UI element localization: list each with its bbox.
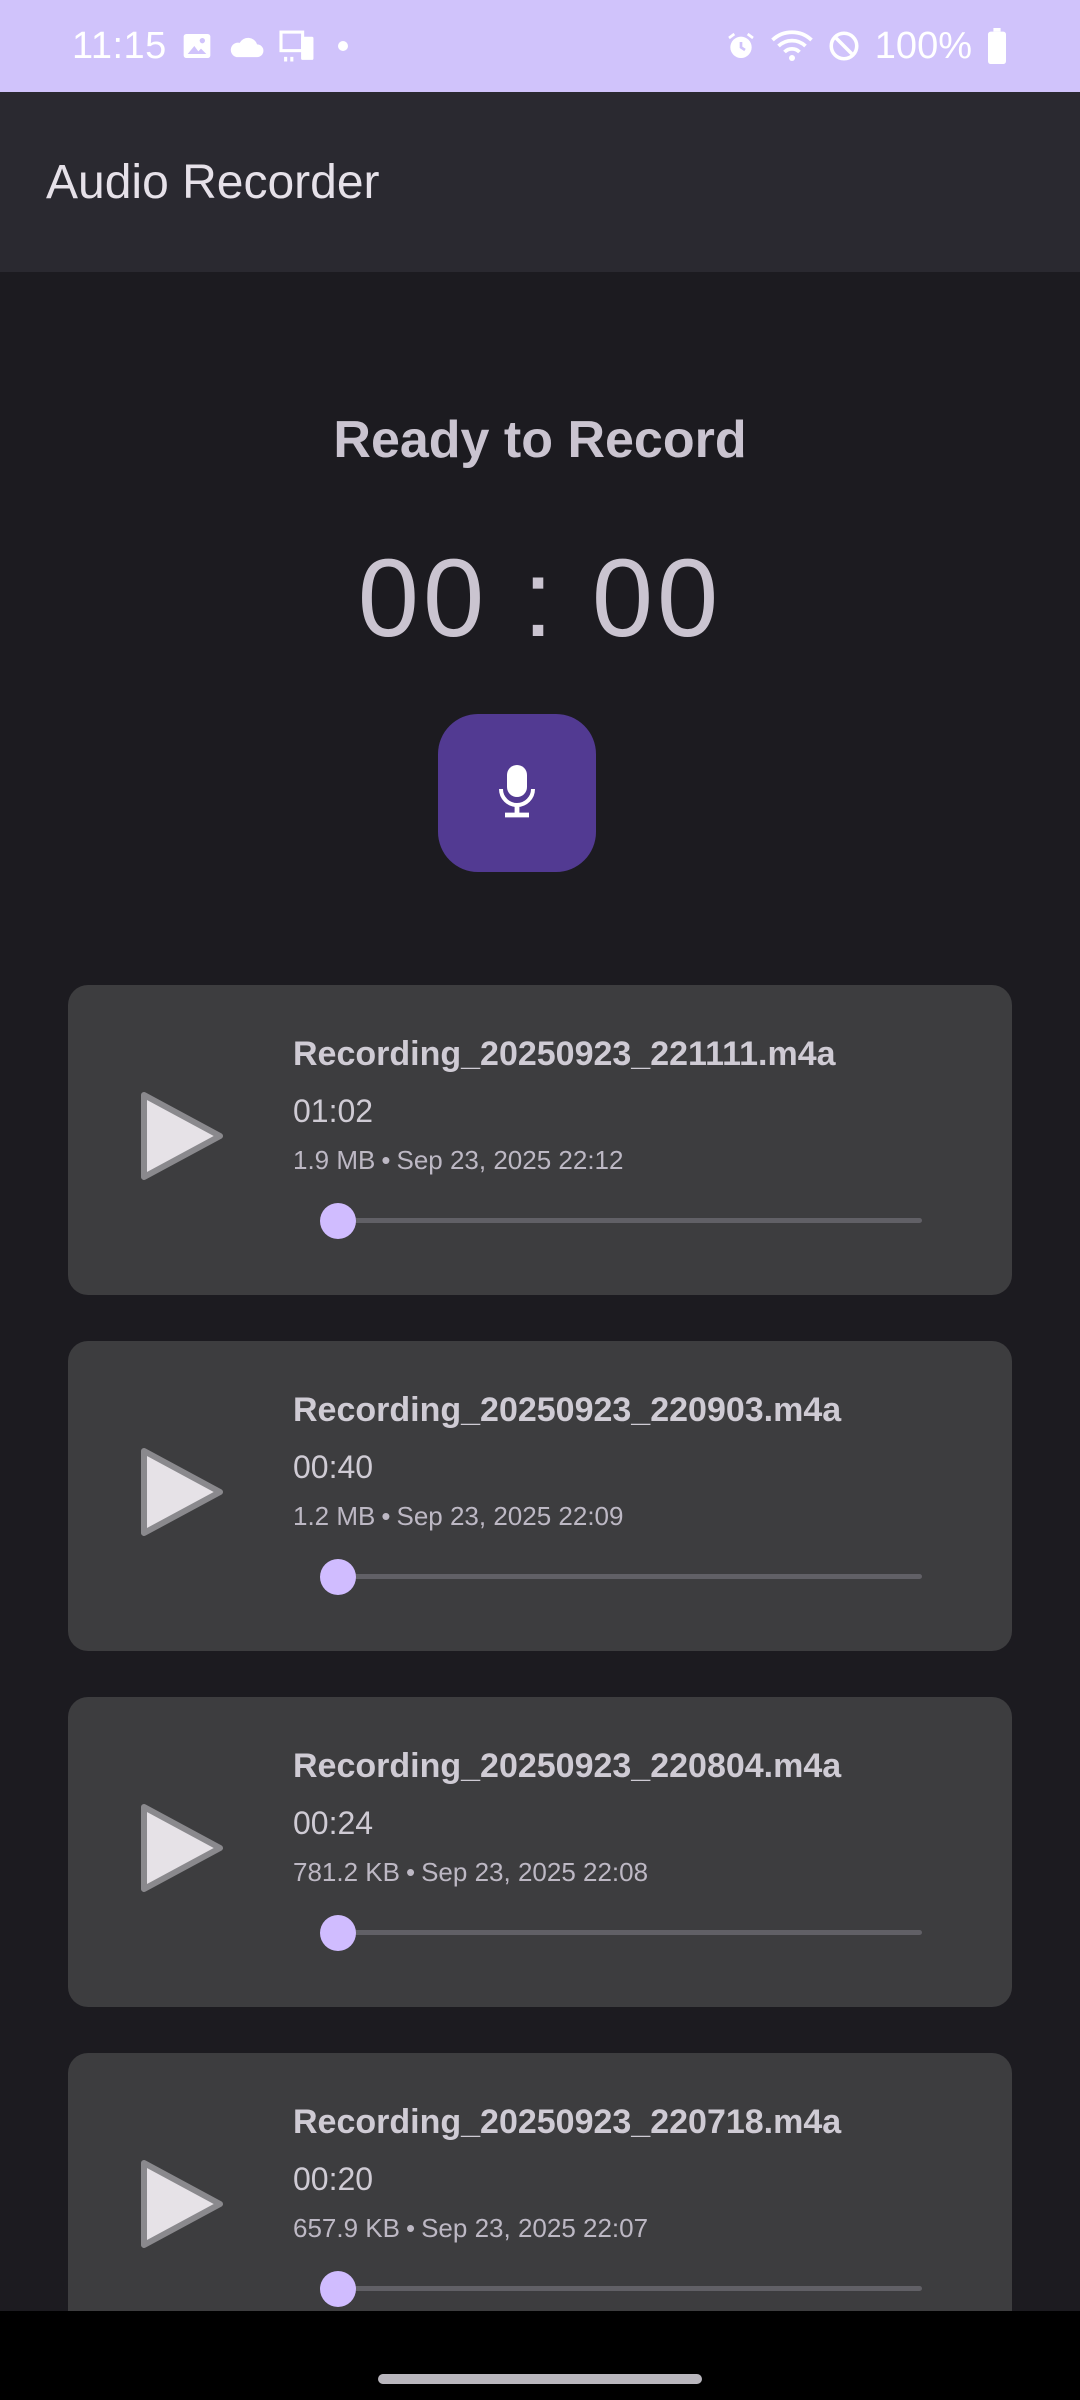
progress-thumb[interactable] <box>320 1559 356 1595</box>
progress-track[interactable] <box>338 1930 922 1935</box>
play-icon[interactable] <box>136 1445 226 1539</box>
recording-size: 657.9 KB <box>293 2213 400 2243</box>
navigation-bar <box>0 2311 1080 2400</box>
recording-date: Sep 23, 2025 22:07 <box>421 2213 649 2243</box>
recording-meta: 1.9 MB • Sep 23, 2025 22:12 <box>293 1145 623 1176</box>
recording-name: Recording_20250923_220903.m4a <box>293 1391 842 1429</box>
recording-date: Sep 23, 2025 22:09 <box>396 1501 624 1531</box>
play-icon[interactable] <box>136 2157 226 2251</box>
recording-card[interactable]: Recording_20250923_220804.m4a 00:24 781.… <box>68 1697 1012 2007</box>
play-icon[interactable] <box>136 1801 226 1895</box>
recording-duration: 00:40 <box>293 1449 374 1485</box>
recording-card[interactable]: Recording_20250923_220903.m4a 00:40 1.2 … <box>68 1341 1012 1651</box>
alarm-icon <box>725 30 757 62</box>
recording-size: 1.9 MB <box>293 1145 376 1175</box>
recording-meta: 1.2 MB • Sep 23, 2025 22:09 <box>293 1501 623 1532</box>
status-bar-left: 11:15 <box>72 25 355 68</box>
meta-separator: • <box>405 2213 416 2243</box>
battery-percent: 100% <box>874 24 972 67</box>
progress-track[interactable] <box>338 1218 922 1223</box>
status-bar-right: 100% <box>725 25 1008 68</box>
progress-thumb[interactable] <box>320 1915 356 1951</box>
status-time: 11:15 <box>72 24 167 67</box>
cloud-icon <box>227 32 265 60</box>
play-icon[interactable] <box>136 1089 226 1183</box>
recording-status: Ready to Record <box>333 411 747 469</box>
recording-card[interactable]: Recording_20250923_221111.m4a 01:02 1.9 … <box>68 985 1012 1295</box>
recording-card[interactable]: Recording_20250923_220718.m4a 00:20 657.… <box>68 2053 1012 2311</box>
recording-date: Sep 23, 2025 22:12 <box>396 1145 624 1175</box>
recording-name: Recording_20250923_221111.m4a <box>293 1035 836 1073</box>
home-indicator[interactable] <box>378 2374 702 2384</box>
dot-icon <box>331 34 355 58</box>
do-not-disturb-icon <box>827 29 861 63</box>
progress-track[interactable] <box>338 2286 922 2291</box>
recording-size: 1.2 MB <box>293 1501 376 1531</box>
status-bar: 11:15 100% <box>0 0 1080 92</box>
recording-name: Recording_20250923_220804.m4a <box>293 1747 842 1785</box>
microphone-icon <box>497 763 537 824</box>
recording-size: 781.2 KB <box>293 1857 400 1887</box>
progress-thumb[interactable] <box>320 1203 356 1239</box>
recording-duration: 01:02 <box>293 1093 374 1129</box>
cast-icon <box>279 29 317 63</box>
battery-icon <box>986 28 1008 64</box>
recording-meta: 781.2 KB • Sep 23, 2025 22:08 <box>293 1857 648 1888</box>
image-icon <box>181 30 213 62</box>
recording-name: Recording_20250923_220718.m4a <box>293 2103 842 2141</box>
progress-track[interactable] <box>338 1574 922 1579</box>
record-button[interactable] <box>438 714 596 872</box>
recording-duration: 00:24 <box>293 1805 374 1841</box>
recording-meta: 657.9 KB • Sep 23, 2025 22:07 <box>293 2213 648 2244</box>
meta-separator: • <box>381 1145 391 1175</box>
meta-separator: • <box>381 1501 391 1531</box>
app-title: Audio Recorder <box>46 155 380 209</box>
app-bar: Audio Recorder <box>0 92 1080 272</box>
progress-thumb[interactable] <box>320 2271 356 2307</box>
meta-separator: • <box>405 1857 416 1887</box>
recording-duration: 00:20 <box>293 2161 374 2197</box>
recordings-list[interactable]: Recording_20250923_221111.m4a 01:02 1.9 … <box>68 985 1012 2311</box>
recording-date: Sep 23, 2025 22:08 <box>421 1857 649 1887</box>
recording-timer: 00 : 00 <box>357 537 723 660</box>
wifi-icon <box>771 29 813 63</box>
